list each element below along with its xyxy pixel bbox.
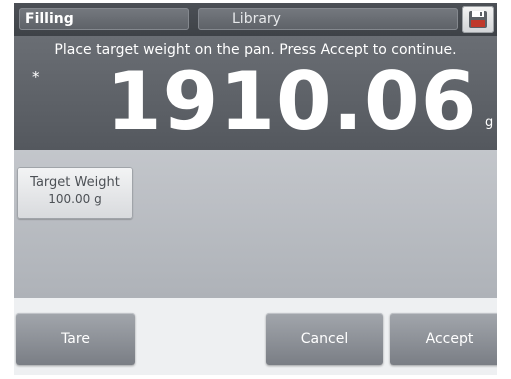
top-bar: Filling Library <box>14 3 497 36</box>
scale-screen: Filling Library Place target weight on t… <box>14 3 497 375</box>
target-weight-button[interactable]: Target Weight 100.00 g <box>17 167 133 219</box>
accept-button[interactable]: Accept <box>390 313 497 365</box>
cancel-button[interactable]: Cancel <box>266 313 383 365</box>
weight-reading: 1910.06 <box>106 55 478 148</box>
target-weight-value: 100.00 g <box>48 192 102 206</box>
tare-button[interactable]: Tare <box>16 313 135 365</box>
application-content: Target Weight 100.00 g <box>14 150 497 298</box>
weight-display: Place target weight on the pan. Press Ac… <box>14 36 497 150</box>
weight-unit: g <box>485 115 494 130</box>
floppy-disk-icon <box>469 11 487 28</box>
save-button[interactable] <box>462 6 494 33</box>
library-tab[interactable]: Library <box>198 8 458 30</box>
bottom-button-bar: Tare Cancel Accept <box>14 298 497 375</box>
target-weight-label: Target Weight <box>30 175 120 190</box>
app-mode-tab[interactable]: Filling <box>19 8 189 30</box>
stability-indicator: * <box>32 68 40 86</box>
